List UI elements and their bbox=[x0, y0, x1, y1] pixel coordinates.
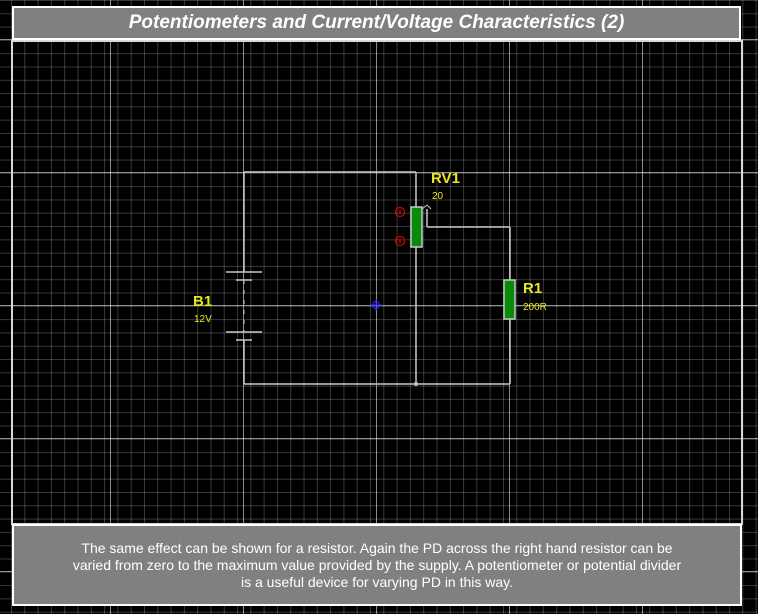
description-line: The same effect can be shown for a resis… bbox=[81, 540, 673, 556]
description-line: is a useful device for varying PD in thi… bbox=[240, 574, 514, 590]
origin-marker-icon bbox=[370, 299, 382, 311]
description-panel: The same effect can be shown for a resis… bbox=[12, 524, 742, 606]
potentiometer-ref-label: RV1 bbox=[431, 170, 460, 187]
battery-b1[interactable] bbox=[226, 271, 262, 341]
pin-marker-top[interactable] bbox=[394, 206, 406, 218]
battery-ref-label: B1 bbox=[193, 293, 212, 310]
resistor-value-label: 200R bbox=[523, 302, 547, 313]
battery-value-label: 12V bbox=[194, 314, 212, 325]
wires bbox=[243, 171, 511, 385]
resistor-r1[interactable] bbox=[503, 279, 516, 320]
pin-marker-bottom[interactable] bbox=[394, 235, 406, 247]
circuit-diagram[interactable]: B1 12V RV1 20 R1 200R bbox=[0, 0, 758, 614]
junction-dot bbox=[414, 382, 418, 386]
potentiometer-rv1[interactable] bbox=[410, 206, 423, 248]
resistor-ref-label: R1 bbox=[523, 280, 542, 297]
wiper-arrow-icon bbox=[421, 204, 432, 210]
description-line: varied from zero to the maximum value pr… bbox=[72, 557, 682, 573]
potentiometer-value-label: 20 bbox=[432, 191, 444, 202]
